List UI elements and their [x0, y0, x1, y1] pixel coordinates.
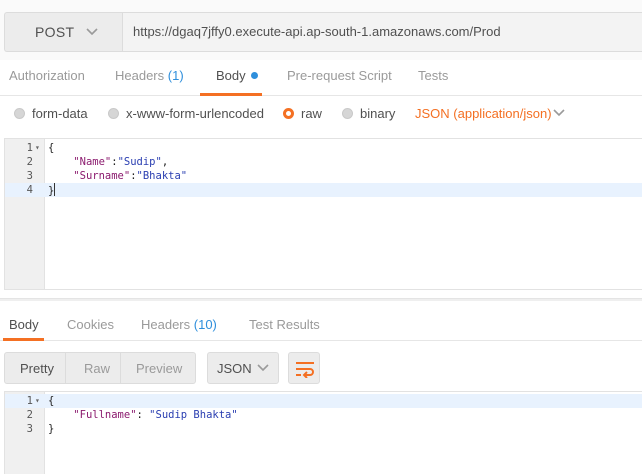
- radio-binary[interactable]: binary: [342, 106, 395, 121]
- code-text: }: [48, 183, 56, 198]
- pretty-button[interactable]: Pretty: [20, 361, 54, 376]
- code-text: {: [48, 394, 54, 408]
- wrap-lines-button[interactable]: [288, 352, 320, 384]
- content-type-select[interactable]: JSON (application/json): [415, 106, 552, 121]
- radio-icon: [108, 108, 119, 119]
- url-input[interactable]: https://dgaq7jffy0.execute-api.ap-south-…: [122, 12, 642, 52]
- radio-form-data-label: form-data: [32, 106, 88, 121]
- request-body-editor[interactable]: 1 ▾ { 2 "Name":"Sudip", 3 "Surname":"Bha…: [4, 138, 642, 290]
- code-line: 2 "Name":"Sudip",: [5, 155, 642, 169]
- code-line: 3 "Surname":"Bhakta": [5, 169, 642, 183]
- radio-form-data[interactable]: form-data: [14, 106, 88, 121]
- text-cursor: [54, 183, 56, 196]
- wrap-lines-icon: [296, 362, 314, 378]
- preview-button[interactable]: Preview: [136, 361, 182, 376]
- radio-raw-label: raw: [301, 106, 322, 121]
- tab-pre-request-script[interactable]: Pre-request Script: [287, 68, 392, 83]
- close-brace: }: [48, 423, 55, 435]
- response-tab-headers[interactable]: Headers (10): [141, 317, 217, 332]
- view-mode-group: Pretty Raw Preview: [4, 352, 196, 384]
- response-tab-headers-label: Headers: [141, 317, 191, 332]
- chevron-down-icon[interactable]: [552, 108, 566, 118]
- code-line-active: 4 }: [5, 183, 642, 197]
- chevron-down-icon: [86, 28, 98, 36]
- tab-body[interactable]: Body: [216, 68, 258, 83]
- code-text: }: [48, 422, 54, 436]
- radio-icon: [14, 108, 25, 119]
- json-value: "Sudip Bhakta": [149, 409, 238, 421]
- json-key: "Name": [73, 156, 112, 168]
- line-number: 4: [26, 184, 33, 196]
- radio-selected-icon: [283, 108, 294, 119]
- tab-tests[interactable]: Tests: [418, 68, 448, 83]
- response-body-viewer[interactable]: 1 ▾ { 2 "Fullname": "Sudip Bhakta" 3 }: [4, 391, 642, 474]
- fold-arrow-icon[interactable]: ▾: [35, 394, 40, 408]
- json-value: "Bhakta": [136, 170, 188, 182]
- pane-divider[interactable]: [0, 298, 642, 301]
- response-tab-cookies[interactable]: Cookies: [67, 317, 114, 332]
- tab-headers-count: (1): [167, 68, 184, 83]
- active-response-tab-indicator: [3, 338, 44, 341]
- method-select[interactable]: POST: [4, 12, 122, 52]
- fold-arrow-icon[interactable]: ▾: [35, 141, 40, 155]
- code-text: "Fullname": "Sudip Bhakta": [73, 409, 238, 421]
- tab-headers[interactable]: Headers (1): [115, 68, 184, 83]
- method-label: POST: [35, 24, 75, 40]
- radio-raw[interactable]: raw: [283, 106, 322, 121]
- tab-authorization[interactable]: Authorization: [9, 68, 85, 83]
- line-number: 2: [26, 409, 33, 421]
- line-number: 1: [26, 395, 33, 407]
- format-select[interactable]: JSON: [207, 352, 279, 384]
- format-label: JSON: [217, 361, 252, 376]
- response-tab-test-results[interactable]: Test Results: [249, 317, 320, 332]
- code-text: "Name":"Sudip",: [73, 156, 169, 168]
- json-value: "Sudip": [117, 156, 162, 168]
- open-brace: {: [48, 395, 55, 407]
- json-key: "Fullname": [73, 409, 137, 421]
- code-line: 1 ▾ {: [5, 141, 642, 155]
- code-text: "Surname":"Bhakta": [73, 170, 188, 182]
- separator: [120, 353, 121, 383]
- open-brace: {: [48, 142, 55, 154]
- request-bar: POST https://dgaq7jffy0.execute-api.ap-s…: [0, 0, 642, 60]
- radio-urlencoded-label: x-www-form-urlencoded: [126, 106, 264, 121]
- response-tabs: Body Cookies Headers (10) Test Results: [0, 305, 642, 341]
- radio-binary-label: binary: [360, 106, 396, 121]
- chevron-down-icon: [257, 364, 269, 372]
- code-line: 3 }: [5, 422, 642, 436]
- response-tab-body[interactable]: Body: [9, 317, 39, 332]
- separator: [65, 353, 66, 383]
- response-tab-headers-count: (10): [193, 317, 217, 332]
- body-type-options: form-data x-www-form-urlencoded raw bina…: [0, 96, 642, 132]
- json-key: "Surname": [73, 170, 131, 182]
- line-number: 3: [26, 170, 33, 182]
- line-number: 2: [26, 156, 33, 168]
- tab-headers-label: Headers: [115, 68, 165, 83]
- line-number: 3: [26, 423, 33, 435]
- radio-icon: [342, 108, 353, 119]
- dot-icon: [250, 72, 258, 79]
- raw-button[interactable]: Raw: [84, 361, 110, 376]
- code-line: 2 "Fullname": "Sudip Bhakta": [5, 408, 642, 422]
- code-line-active: 1 ▾ {: [5, 394, 642, 408]
- line-number: 1: [26, 142, 33, 154]
- url-text: https://dgaq7jffy0.execute-api.ap-south-…: [133, 24, 501, 39]
- code-text: {: [48, 141, 54, 155]
- tab-body-label: Body: [216, 68, 246, 83]
- radio-urlencoded[interactable]: x-www-form-urlencoded: [108, 106, 264, 121]
- request-tabs: Authorization Headers (1) Body Pre-reque…: [0, 60, 642, 96]
